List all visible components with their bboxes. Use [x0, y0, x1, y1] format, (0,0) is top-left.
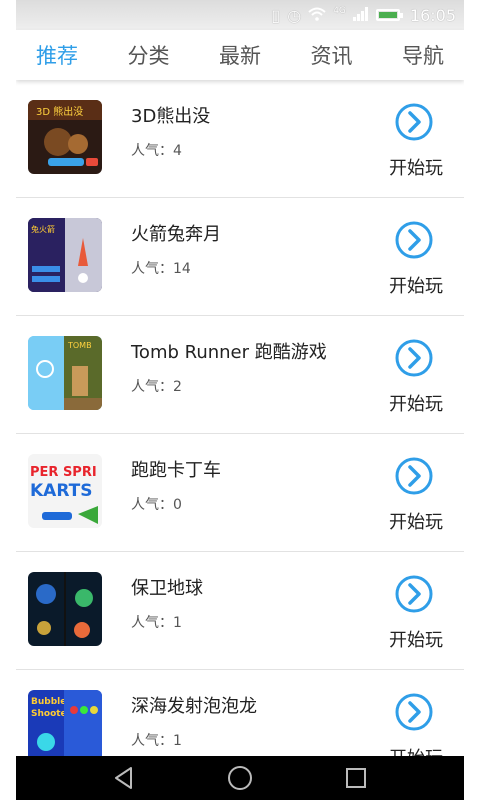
chevron-right-icon[interactable] — [394, 692, 438, 732]
category-tabs: 推荐 分类 最新 资讯 导航 — [16, 30, 464, 80]
game-name[interactable]: 深海发射泡泡龙 — [131, 692, 257, 718]
svg-text:3D 熊出没: 3D 熊出没 — [36, 105, 83, 118]
recents-icon[interactable] — [341, 763, 371, 793]
network-type-label: 4G — [333, 5, 346, 16]
list-item[interactable]: TOMB Tomb Runner 跑酷游戏 人气：2 开始玩 — [16, 316, 464, 434]
status-time: 16:05 — [409, 5, 456, 25]
list-item[interactable]: 兔火箭 火箭兔奔月 人气：14 开始玩 — [16, 198, 464, 316]
play-button[interactable]: 开始玩 — [389, 508, 443, 534]
back-icon[interactable] — [109, 763, 139, 793]
list-item[interactable]: 保卫地球 人气：1 开始玩 — [16, 552, 464, 670]
alarm-icon: ◷ — [287, 5, 302, 25]
list-item[interactable]: 3D 熊出没 3D熊出没 人气：4 开始玩 — [16, 80, 464, 198]
game-thumbnail[interactable]: 兔火箭 — [28, 218, 102, 292]
tab-categories[interactable]: 分类 — [128, 40, 170, 70]
game-thumbnail[interactable]: 3D 熊出没 — [28, 100, 102, 174]
game-name[interactable]: 保卫地球 — [131, 574, 203, 600]
svg-text:TOMB: TOMB — [67, 341, 92, 350]
chevron-right-icon[interactable] — [394, 574, 438, 614]
game-name[interactable]: 跑跑卡丁车 — [131, 456, 221, 482]
game-thumbnail[interactable] — [28, 572, 102, 646]
tab-recommended[interactable]: 推荐 — [36, 40, 78, 70]
app-window: ▯ ◷ 4G 16:05 推荐 分类 最新 资讯 导航 3D 熊出没 3D熊出没… — [16, 0, 464, 800]
wifi-icon — [308, 6, 326, 25]
status-icons: ▯ ◷ 4G — [271, 5, 403, 25]
list-item[interactable]: PER SPRI KARTS 跑跑卡丁车 人气：0 开始玩 — [16, 434, 464, 552]
game-popularity: 人气：14 — [131, 261, 191, 277]
svg-text:KARTS: KARTS — [30, 481, 93, 501]
tab-navigation[interactable]: 导航 — [402, 40, 444, 70]
game-popularity: 人气：4 — [131, 143, 182, 159]
chevron-right-icon[interactable] — [394, 338, 438, 378]
status-bar: ▯ ◷ 4G 16:05 — [16, 0, 464, 30]
tab-latest[interactable]: 最新 — [219, 40, 261, 70]
play-button[interactable]: 开始玩 — [389, 272, 443, 298]
game-popularity: 人气：2 — [131, 379, 182, 395]
tab-news[interactable]: 资讯 — [311, 40, 353, 70]
game-list[interactable]: 3D 熊出没 3D熊出没 人气：4 开始玩 兔火箭 火箭兔奔月 人气：14 开始… — [16, 80, 464, 756]
system-nav-bar — [16, 756, 464, 800]
game-thumbnail[interactable]: PER SPRI KARTS — [28, 454, 102, 528]
game-name[interactable]: Tomb Runner 跑酷游戏 — [131, 338, 327, 364]
chevron-right-icon[interactable] — [394, 102, 438, 142]
game-popularity: 人气：1 — [131, 733, 182, 749]
list-item[interactable]: Bubble Shooter 深海发射泡泡龙 人气：1 开始玩 — [16, 670, 464, 756]
svg-text:兔火箭: 兔火箭 — [31, 224, 55, 234]
svg-text:PER SPRI: PER SPRI — [30, 465, 97, 480]
game-name[interactable]: 火箭兔奔月 — [131, 220, 221, 246]
svg-text:Bubble: Bubble — [31, 697, 66, 707]
battery-icon — [375, 9, 403, 21]
home-icon[interactable] — [225, 763, 255, 793]
game-popularity: 人气：1 — [131, 615, 182, 631]
game-popularity: 人气：0 — [131, 497, 182, 513]
chevron-right-icon[interactable] — [394, 456, 438, 496]
play-button[interactable]: 开始玩 — [389, 744, 443, 756]
play-button[interactable]: 开始玩 — [389, 390, 443, 416]
chevron-right-icon[interactable] — [394, 220, 438, 260]
game-thumbnail[interactable]: TOMB — [28, 336, 102, 410]
vibrate-icon: ▯ — [271, 5, 281, 25]
play-button[interactable]: 开始玩 — [389, 626, 443, 652]
game-name[interactable]: 3D熊出没 — [131, 102, 210, 128]
play-button[interactable]: 开始玩 — [389, 154, 443, 180]
signal-icon — [352, 6, 369, 25]
game-thumbnail[interactable]: Bubble Shooter — [28, 690, 102, 756]
